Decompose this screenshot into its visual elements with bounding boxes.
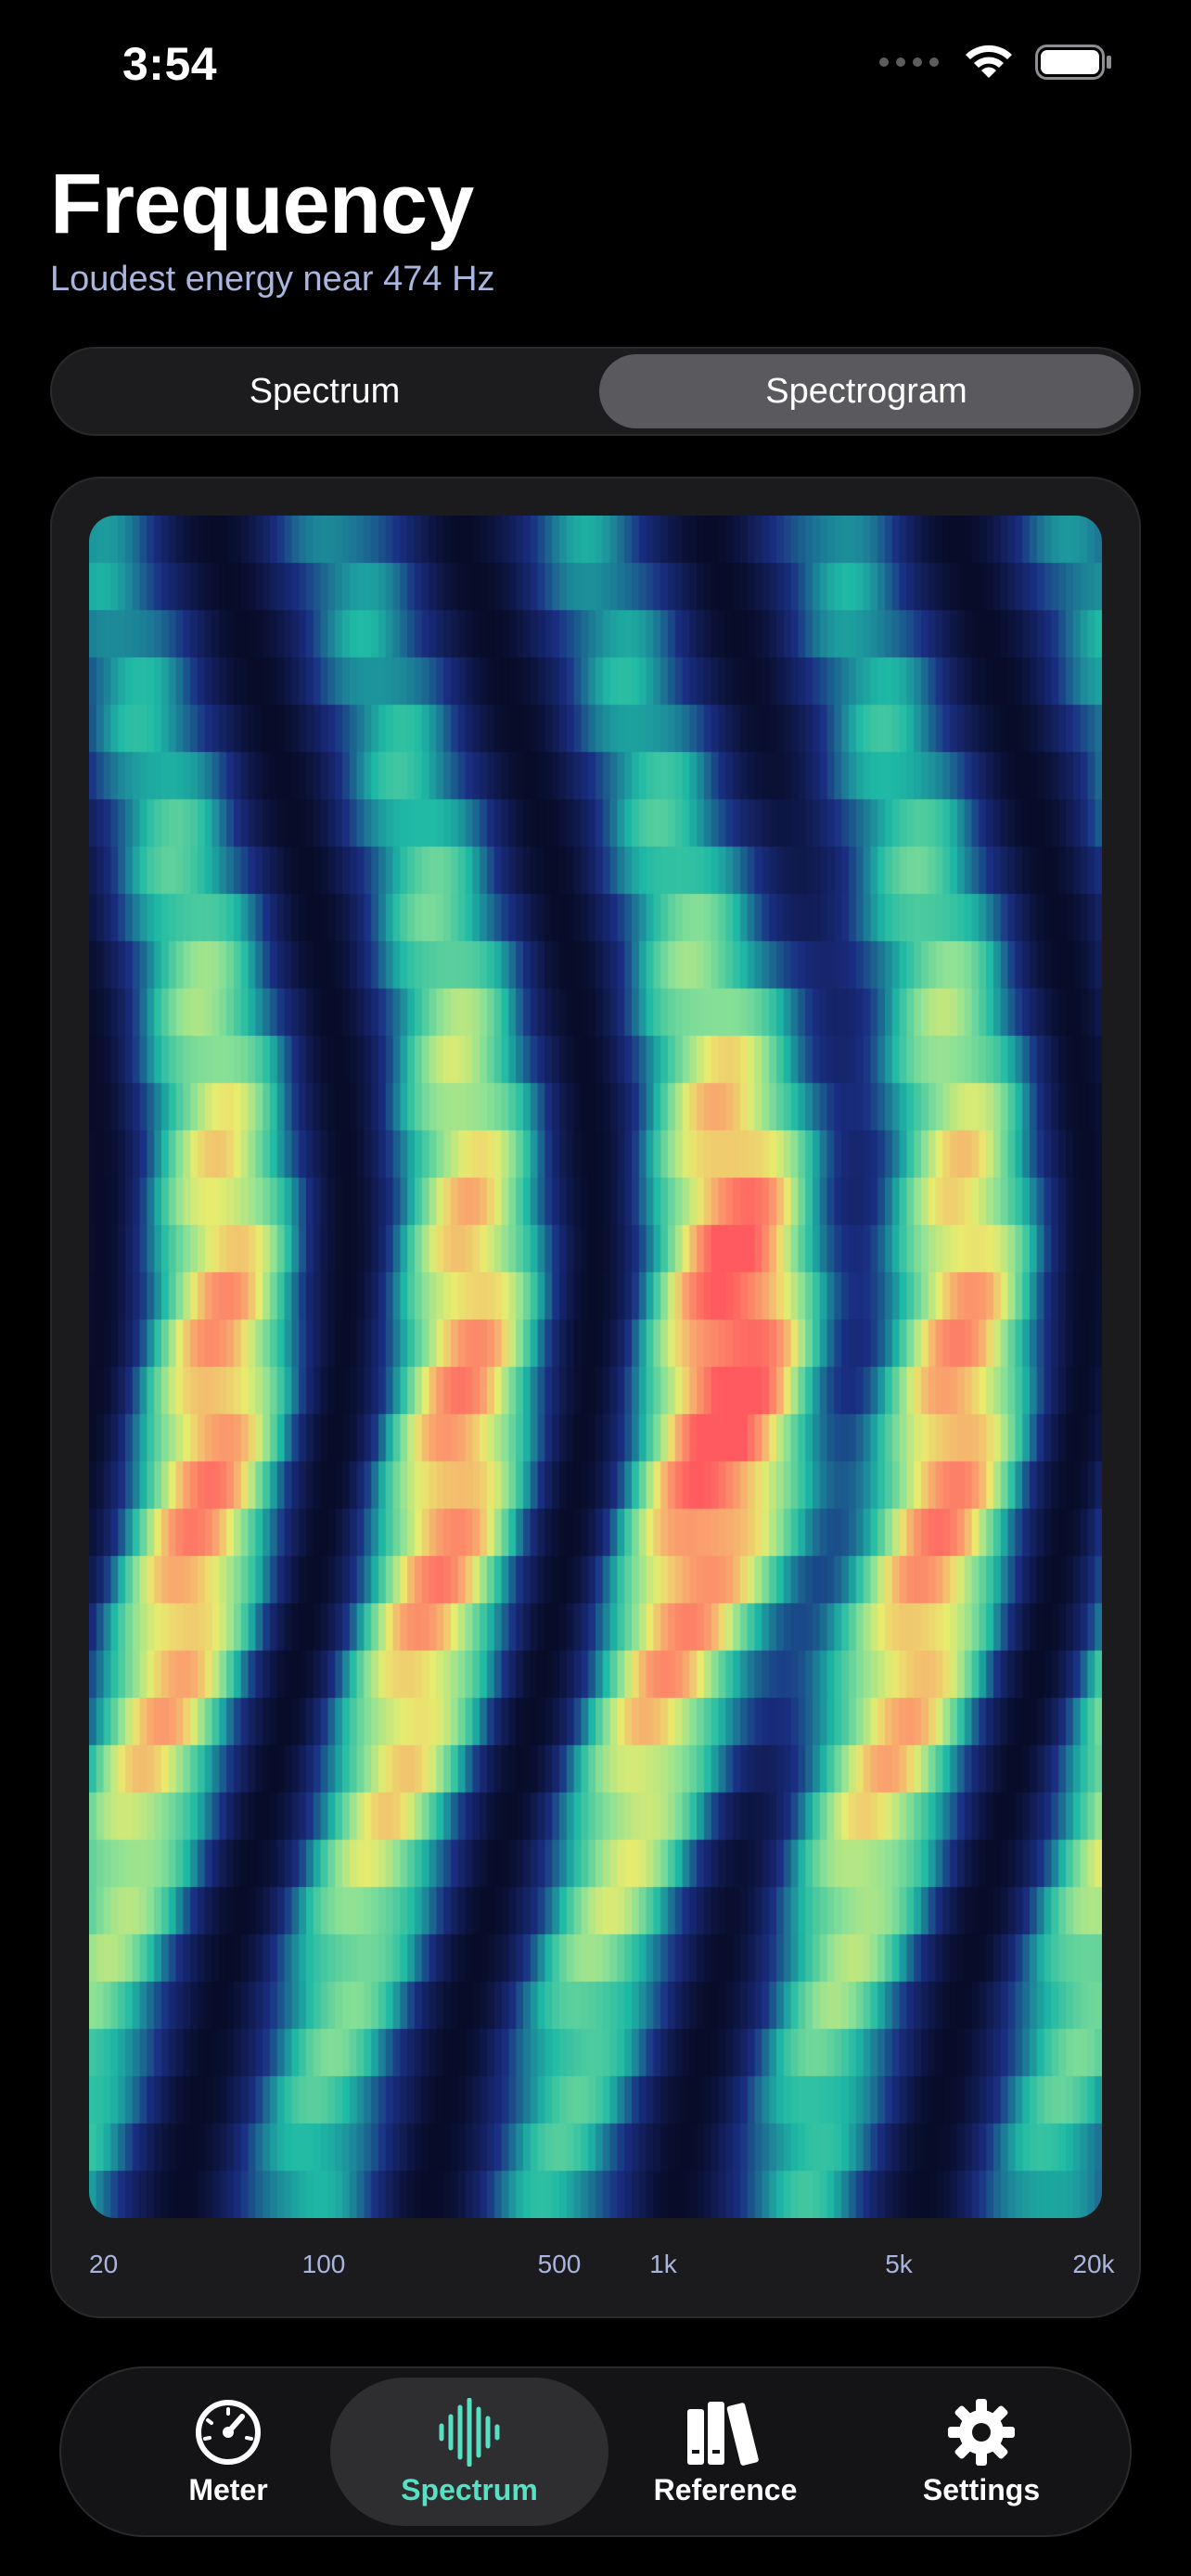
spectrogram-canvas — [89, 516, 1102, 2218]
status-time: 3:54 — [122, 38, 218, 90]
waveform-icon — [437, 2397, 502, 2468]
spectrogram-card: 20 100 500 1k 5k 20k — [50, 477, 1141, 2318]
tab-bar: Meter Spectrum Reference Settings — [59, 2366, 1132, 2537]
books-icon — [685, 2397, 765, 2468]
wifi-icon — [966, 45, 1012, 78]
battery-icon — [1035, 45, 1111, 80]
tab-spectrum[interactable]: Spectrum — [330, 2378, 608, 2526]
tab-reference[interactable]: Reference — [586, 2378, 864, 2526]
x-tick-label: 20 — [89, 2250, 119, 2278]
page-title: Frequency — [50, 157, 474, 251]
x-tick-label: 100 — [301, 2250, 346, 2278]
page-subtitle: Loudest energy near 474 Hz — [50, 260, 495, 299]
tab-label: Reference — [653, 2472, 798, 2506]
frequency-axis: 20 100 500 1k 5k 20k — [52, 2240, 1143, 2296]
x-tick-label: 5k — [885, 2250, 913, 2278]
x-tick-label: 500 — [537, 2250, 582, 2278]
view-mode-segmented-control: Spectrum Spectrogram — [50, 347, 1141, 436]
x-tick-label: 1k — [649, 2250, 677, 2278]
cellular-signal-icon — [879, 57, 939, 67]
tab-settings[interactable]: Settings — [842, 2378, 1121, 2526]
app-screen: 3:54 Frequency Loudest energy near 474 H… — [0, 0, 1191, 2576]
tab-label: Settings — [922, 2472, 1041, 2506]
status-icons — [879, 43, 1113, 82]
gear-icon — [946, 2397, 1017, 2468]
segment-spectrogram[interactable]: Spectrogram — [599, 354, 1133, 428]
tab-meter[interactable]: Meter — [89, 2378, 367, 2526]
segment-spectrum[interactable]: Spectrum — [58, 354, 592, 428]
tab-label: Spectrum — [401, 2472, 538, 2506]
gauge-icon — [194, 2397, 263, 2468]
x-tick-label: 20k — [1072, 2250, 1115, 2278]
spectrogram-view — [89, 516, 1102, 2218]
tab-label: Meter — [188, 2472, 268, 2506]
